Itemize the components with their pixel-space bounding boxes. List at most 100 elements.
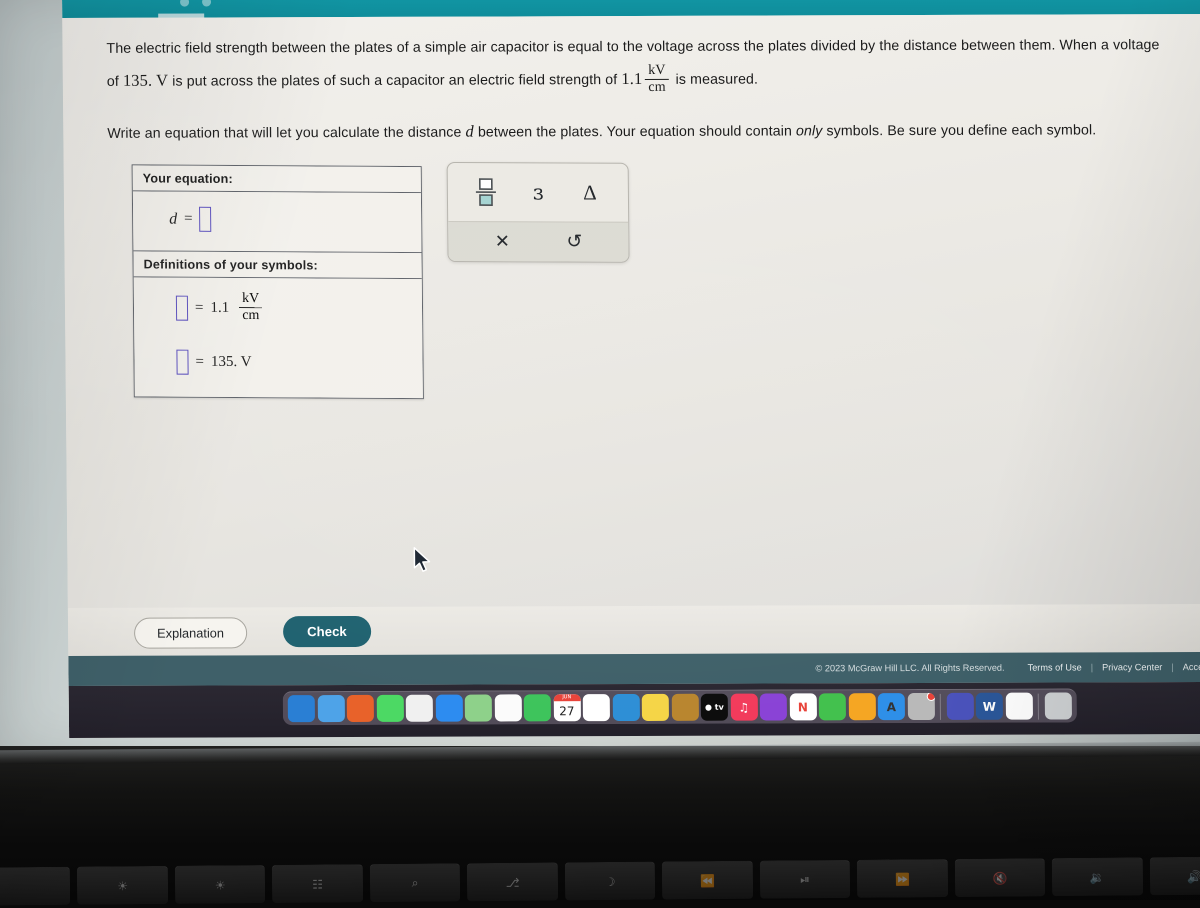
- calendar-month: JUN: [553, 694, 580, 701]
- definition-value-1: 1.1: [210, 300, 229, 317]
- definition-unit-denominator-1: cm: [239, 307, 262, 324]
- contacts-icon[interactable]: [671, 694, 698, 721]
- spotlight-key[interactable]: ⌕: [370, 863, 461, 902]
- maps-icon[interactable]: [465, 694, 492, 721]
- pages-icon[interactable]: [848, 693, 875, 720]
- math-toolbar-actions: ✕ ↺: [448, 221, 628, 262]
- statement2-text-a: Write an equation that will let you calc…: [107, 125, 461, 142]
- app-grid-icon[interactable]: [406, 695, 433, 722]
- mail-icon[interactable]: [435, 695, 462, 722]
- definition-row-1: = 1.1 kVcm: [176, 292, 412, 326]
- definition-unit-numerator-1: kV: [239, 291, 262, 307]
- volume-down-key[interactable]: 🔉: [1052, 857, 1143, 896]
- podcasts-icon[interactable]: [760, 693, 787, 720]
- definitions-header: Definitions of your symbols:: [133, 251, 421, 279]
- volume-up-key[interactable]: 🔊: [1149, 857, 1200, 896]
- statement2-emphasis: only: [796, 123, 823, 139]
- equation-equals-sign: =: [184, 211, 193, 228]
- trash-icon[interactable]: [1044, 692, 1071, 719]
- terms-of-use-link[interactable]: Terms of Use: [1028, 662, 1082, 672]
- footer-separator-2: |: [1171, 662, 1173, 672]
- settings-icon[interactable]: [907, 693, 934, 720]
- rewind-key[interactable]: ⏪: [662, 861, 753, 900]
- photos-icon[interactable]: [494, 694, 521, 721]
- clear-button[interactable]: ✕: [485, 225, 519, 259]
- definition-equals-2: =: [195, 354, 204, 371]
- statement2-text-b: between the plates. Your equation should…: [478, 123, 792, 140]
- definition-symbol-input-1[interactable]: [176, 295, 188, 320]
- epsilon-button[interactable]: ε: [521, 175, 555, 209]
- mute-key[interactable]: 🔇: [954, 858, 1045, 897]
- explanation-button[interactable]: Explanation: [134, 617, 247, 648]
- your-equation-header: Your equation:: [133, 165, 421, 193]
- delta-button[interactable]: Δ: [573, 175, 607, 209]
- footer-separator-1: |: [1091, 662, 1093, 672]
- brightness-down-key[interactable]: ☀: [77, 866, 168, 905]
- statement-text-c: is measured.: [676, 72, 759, 88]
- privacy-center-link[interactable]: Privacy Center: [1102, 662, 1162, 672]
- dock-separator: [940, 693, 941, 719]
- facetime-icon[interactable]: [524, 694, 551, 721]
- chrome-icon[interactable]: [1005, 693, 1032, 720]
- numbers-icon[interactable]: [819, 693, 846, 720]
- problem-statement-1: The electric field strength between the …: [106, 30, 1175, 98]
- close-icon: ✕: [495, 231, 510, 252]
- equation-row: d =: [169, 207, 411, 233]
- music-icon[interactable]: ♫: [730, 694, 757, 721]
- undo-icon: ↺: [566, 230, 582, 253]
- delta-icon: Δ: [583, 180, 597, 205]
- field-unit-fraction: kVcm: [645, 63, 669, 95]
- macos-dock: JUN27 ● tv♫ N A W: [283, 688, 1077, 725]
- definitions-area[interactable]: = 1.1 kVcm = 135. V: [134, 277, 423, 398]
- check-button[interactable]: Check: [283, 616, 371, 647]
- definition-symbol-input-2[interactable]: [176, 350, 188, 375]
- problem-page: The electric field strength between the …: [62, 14, 1200, 638]
- undo-button[interactable]: ↺: [557, 225, 591, 259]
- equation-input[interactable]: [199, 207, 211, 232]
- definition-equals-1: =: [195, 299, 204, 316]
- statement-text-b: is put across the plates of such a capac…: [172, 72, 617, 90]
- news-icon[interactable]: N: [789, 693, 816, 720]
- equation-lhs: d: [169, 210, 177, 228]
- calendar-day: 27: [559, 701, 574, 721]
- reminders-icon[interactable]: [583, 694, 610, 721]
- play-pause-key[interactable]: ⏯: [760, 860, 851, 899]
- calendar-icon[interactable]: JUN27: [553, 694, 580, 721]
- copyright-text: © 2023 McGraw Hill LLC. All Rights Reser…: [815, 663, 1004, 674]
- math-toolbar-symbols: ε Δ: [448, 163, 629, 222]
- firefox-icon[interactable]: [347, 695, 374, 722]
- notes-icon[interactable]: [642, 694, 669, 721]
- math-symbol-toolbar: ε Δ ✕ ↺: [447, 162, 630, 263]
- messages-icon[interactable]: [376, 695, 403, 722]
- definition-value-2: 135. V: [211, 354, 252, 371]
- mission-control-key[interactable]: ☷: [272, 864, 363, 903]
- equation-entry-area[interactable]: d =: [133, 191, 422, 253]
- field-unit-denominator: cm: [645, 79, 668, 96]
- keynote-icon[interactable]: [612, 694, 639, 721]
- distance-symbol: d: [465, 122, 474, 141]
- fast-forward-key[interactable]: ⏩: [857, 859, 948, 898]
- laptop-photo: The electric field strength between the …: [0, 0, 1200, 900]
- desktop-dock-area: JUN27 ● tv♫ N A W: [69, 682, 1200, 738]
- word-icon[interactable]: W: [976, 693, 1003, 720]
- do-not-disturb-key[interactable]: ☽: [565, 862, 656, 901]
- finder-icon[interactable]: [288, 695, 315, 722]
- answer-card: Your equation: d = Definitions of your s…: [132, 164, 424, 399]
- dock-separator: [1038, 693, 1039, 719]
- definition-unit-fraction-1: kVcm: [239, 291, 262, 323]
- appstore-icon[interactable]: A: [878, 693, 905, 720]
- notification-badge: [926, 693, 934, 701]
- safari-icon[interactable]: [317, 695, 344, 722]
- voltage-value: 135. V: [123, 71, 168, 90]
- appletv-icon[interactable]: ● tv: [701, 694, 728, 721]
- mouse-pointer: [412, 547, 432, 580]
- browser-viewport: The electric field strength between the …: [62, 0, 1200, 738]
- problem-statement-2: Write an equation that will let you calc…: [107, 113, 1175, 150]
- definition-row-2: = 135. V: [176, 350, 412, 376]
- dictation-key[interactable]: ⎇: [467, 862, 558, 901]
- teams-icon[interactable]: [946, 693, 973, 720]
- fraction-button[interactable]: [469, 175, 503, 209]
- brightness-up-key[interactable]: ☀: [175, 865, 266, 904]
- accessibility-link[interactable]: Accessib: [1183, 662, 1200, 672]
- fraction-icon: [475, 177, 497, 207]
